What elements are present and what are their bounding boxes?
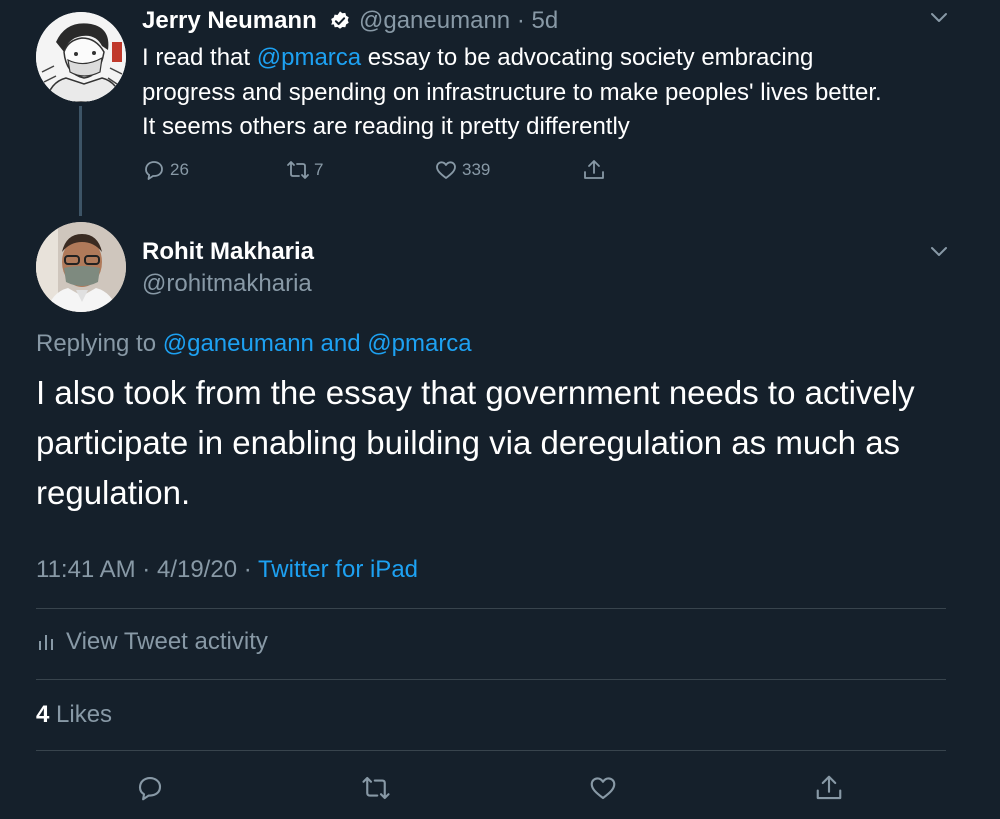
- parent-author-avatar[interactable]: [36, 12, 126, 102]
- parent-share-button[interactable]: [582, 158, 606, 182]
- mention-link-pmarca[interactable]: @pmarca: [257, 44, 361, 71]
- like-icon: [590, 777, 616, 800]
- parent-text-segment: essay to be advocating society embracing: [361, 44, 814, 71]
- share-icon: [816, 775, 842, 800]
- reply-icon: [145, 161, 163, 180]
- reply-tweet-text: I also took from the essay that governme…: [36, 374, 915, 511]
- parent-text-line-1: I read that @pmarca essay to be advocati…: [142, 41, 962, 76]
- reply-icon: [138, 776, 162, 801]
- parent-like-button[interactable]: 339: [434, 158, 490, 182]
- view-tweet-activity-label: View Tweet activity: [66, 628, 268, 655]
- reply-author-name[interactable]: Rohit Makharia: [142, 238, 314, 266]
- likes-label: Likes: [56, 701, 113, 728]
- thread-connector-line: [79, 106, 82, 216]
- divider: [36, 750, 946, 751]
- reply-author-handle[interactable]: @rohitmakharia: [142, 270, 312, 298]
- illustrated-avatar-image: [36, 12, 126, 102]
- activity-bars-icon: [39, 635, 53, 650]
- replying-to-label: Replying to: [36, 330, 157, 357]
- parent-author-name[interactable]: Jerry Neumann: [142, 7, 317, 35]
- meta-separator: ·: [142, 556, 151, 583]
- reply-author-avatar[interactable]: [36, 222, 126, 312]
- parent-retweet-count: 7: [314, 160, 324, 179]
- divider: [36, 608, 946, 609]
- likes-count: 4: [36, 701, 50, 728]
- verified-icon: [331, 11, 349, 29]
- parent-handle-time[interactable]: @ganeumann · 5d: [359, 7, 558, 35]
- parent-tweet-text: I read that @pmarca essay to be advocati…: [142, 41, 962, 145]
- parent-handle[interactable]: @ganeumann: [359, 7, 510, 34]
- likes-count-row[interactable]: 4 Likes: [36, 701, 112, 729]
- replying-to-targets-link[interactable]: @ganeumann and @pmarca: [163, 330, 472, 357]
- parent-reply-button[interactable]: 26: [142, 158, 189, 182]
- chevron-down-icon[interactable]: [930, 246, 948, 258]
- tweet-meta-line: 11:41 AM · 4/19/20 · Twitter for iPad: [36, 556, 418, 584]
- retweet-icon: [362, 776, 390, 800]
- parent-text-line-2: progress and spending on infrastructure …: [142, 78, 882, 106]
- parent-time-ago[interactable]: 5d: [531, 7, 558, 34]
- parent-reply-count: 26: [170, 160, 189, 179]
- parent-retweet-button[interactable]: 7: [286, 158, 323, 182]
- retweet-icon: [287, 161, 309, 179]
- photo-avatar-image: [36, 222, 126, 312]
- share-button[interactable]: [814, 773, 844, 808]
- parent-text-segment: I read that: [142, 44, 257, 71]
- replying-to-line: Replying to @ganeumann and @pmarca: [36, 330, 472, 358]
- separator-dot: ·: [516, 7, 525, 34]
- meta-separator: ·: [243, 556, 252, 583]
- parent-text-line-3: It seems others are reading it pretty di…: [142, 113, 630, 140]
- share-icon: [584, 160, 604, 179]
- view-tweet-activity-button[interactable]: View Tweet activity: [36, 628, 268, 656]
- tweet-date[interactable]: 4/19/20: [157, 556, 237, 583]
- like-icon: [436, 161, 456, 179]
- retweet-button[interactable]: [361, 773, 391, 808]
- tweet-source-link[interactable]: Twitter for iPad: [258, 556, 418, 583]
- like-button[interactable]: [588, 773, 618, 808]
- reply-button[interactable]: [135, 773, 165, 808]
- parent-like-count: 339: [462, 160, 491, 179]
- chevron-down-icon[interactable]: [930, 12, 948, 24]
- tweet-time[interactable]: 11:41 AM: [36, 556, 136, 583]
- divider: [36, 679, 946, 680]
